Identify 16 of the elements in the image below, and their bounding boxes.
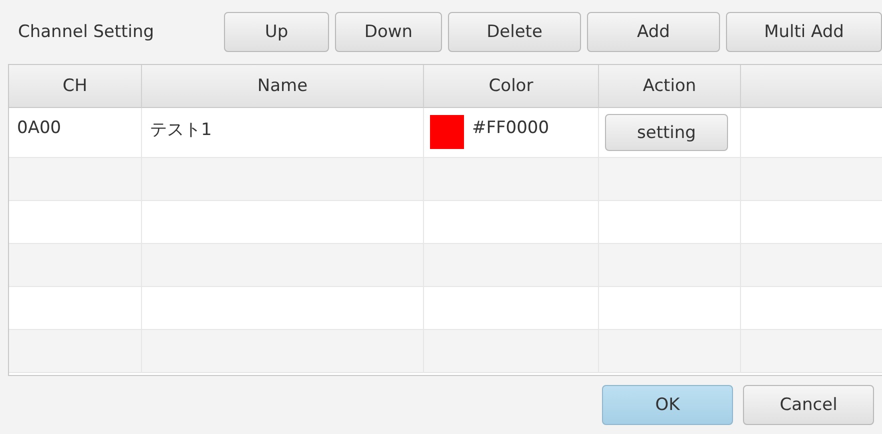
column-header[interactable]: Action [599,65,741,108]
dialog-button[interactable]: OK [602,385,733,425]
toolbar-button[interactable]: Add [587,12,720,52]
toolbar-button[interactable]: Multi Add [726,12,882,52]
panel-title: Channel Setting [18,22,156,42]
toolbar-button[interactable]: Down [335,12,442,52]
column-header[interactable]: CH [9,65,142,108]
table-cell: 0A00 [17,118,62,138]
column-header[interactable]: Name [142,65,424,108]
table-cell: #FF0000 [472,118,550,138]
dialog-button[interactable]: Cancel [743,385,874,425]
table-cell-text: テスト1 [150,119,212,141]
toolbar-button[interactable]: Delete [448,12,581,52]
column-header[interactable]: Color [424,65,599,108]
setting-button[interactable]: setting [605,114,728,151]
toolbar-button[interactable]: Up [224,12,329,52]
